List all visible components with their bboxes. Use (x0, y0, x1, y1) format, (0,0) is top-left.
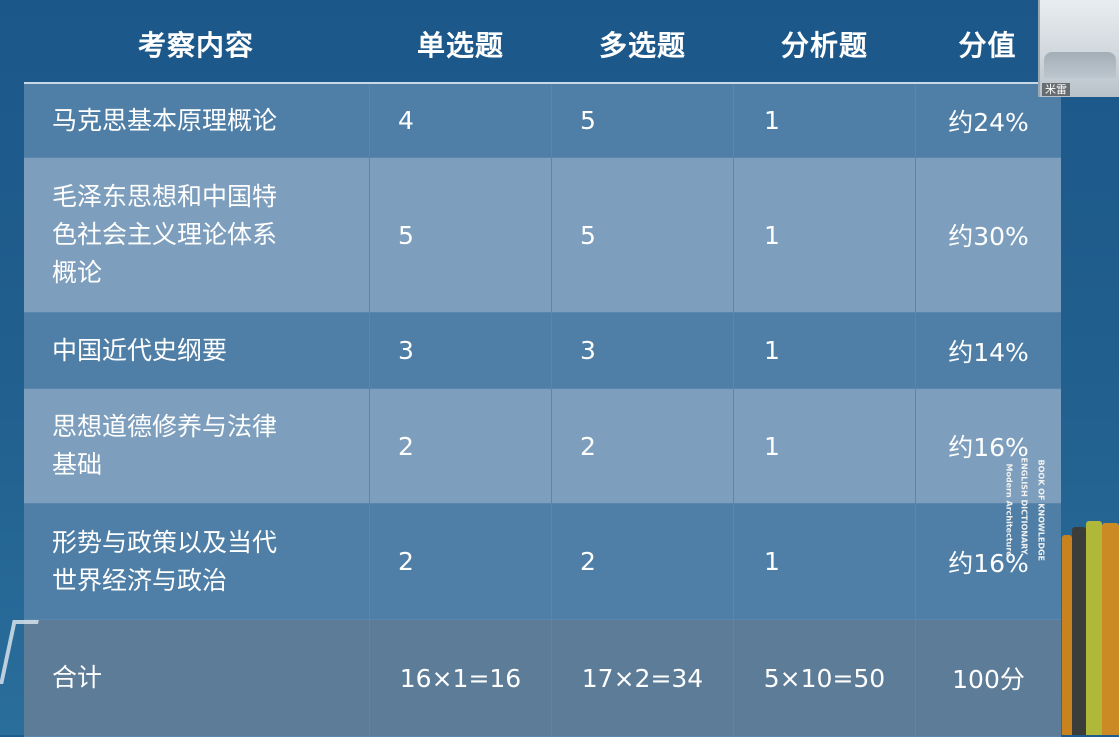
table-row: 马克思基本原理概论 4 5 1 约24% (24, 84, 1061, 158)
multiple-choice-cell: 5 (552, 84, 734, 157)
subject-cell: 毛泽东思想和中国特 色社会主义理论体系 概论 (24, 158, 370, 312)
bookshelf-decoration: Modern Architecture ENGLISH DICTIONARY B… (1005, 458, 1119, 735)
single-choice-cell: 2 (370, 389, 552, 503)
subject-cell: 中国近代史纲要 (24, 313, 370, 388)
multiple-choice-cell: 2 (552, 389, 734, 503)
webcam-thumbnail[interactable]: 米雷 (1038, 0, 1119, 97)
subject-line: 马克思基本原理概论 (52, 105, 278, 135)
analysis-cell: 1 (734, 84, 916, 157)
subject-line: 中国近代史纲要 (52, 335, 228, 365)
single-choice-cell: 5 (370, 158, 552, 312)
analysis-cell: 1 (734, 504, 916, 619)
book-spine: Modern Architecture (1005, 464, 1086, 735)
subject-cell: 马克思基本原理概论 (24, 84, 370, 157)
single-choice-cell: 3 (370, 313, 552, 388)
subject-line: 世界经济与政治 (52, 565, 228, 595)
book-spine (1062, 535, 1072, 735)
total-single-cell: 16×1=16 (370, 620, 552, 736)
score-cell: 约14% (948, 337, 1029, 367)
header-single-choice: 单选题 (416, 29, 504, 62)
webcam-user-name: 米雷 (1042, 83, 1070, 96)
subject-line: 色社会主义理论体系 (52, 220, 278, 249)
subject-cell: 思想道德修养与法律 基础 (24, 389, 370, 503)
table-row: 毛泽东思想和中国特 色社会主义理论体系 概论 5 5 1 约30% (24, 158, 1061, 313)
multiple-choice-cell: 2 (552, 504, 734, 619)
multiple-choice-cell: 5 (552, 158, 734, 312)
book-title: ENGLISH DICTIONARY (1019, 457, 1029, 555)
subject-line: 毛泽东思想和中国特 (52, 182, 278, 211)
header-multiple-choice: 多选题 (598, 29, 686, 62)
table-row-total: 合计 16×1=16 17×2=34 5×10=50 100分 (24, 620, 1061, 737)
analysis-cell: 1 (734, 313, 916, 388)
book-spine: BOOK OF KNOWLEDGE (1036, 460, 1119, 735)
table-row: 思想道德修养与法律 基础 2 2 1 约16% (24, 389, 1061, 504)
book-title: Modern Architecture (1004, 463, 1014, 557)
analysis-cell: 1 (734, 389, 916, 503)
header-subject: 考察内容 (137, 29, 254, 62)
multiple-choice-cell: 3 (552, 313, 734, 388)
subject-line: 形势与政策以及当代 (52, 527, 278, 557)
subject-line: 思想道德修养与法律 (52, 412, 278, 441)
total-label-cell: 合计 (24, 620, 370, 736)
exam-table: 马克思基本原理概论 4 5 1 约24% 毛泽东思想和中国特 色社会主义理论体系… (24, 84, 1061, 737)
slide: 考察内容 单选题 多选题 分析题 分值 马克思基本原理概论 4 5 1 约24%… (0, 0, 1119, 737)
webcam-video (1044, 52, 1116, 78)
header-analysis: 分析题 (780, 29, 868, 62)
subject-line: 概论 (52, 258, 103, 287)
total-score-cell: 100分 (952, 665, 1025, 694)
book-title: BOOK OF KNOWLEDGE (1036, 459, 1045, 562)
single-choice-cell: 2 (370, 504, 552, 619)
total-analysis-cell: 5×10=50 (734, 620, 916, 736)
book-spine: ENGLISH DICTIONARY (1020, 458, 1102, 735)
table-row: 形势与政策以及当代 世界经济与政治 2 2 1 约16% (24, 504, 1061, 620)
single-choice-cell: 4 (370, 84, 552, 157)
analysis-cell: 1 (734, 158, 916, 312)
total-multi-cell: 17×2=34 (552, 620, 734, 736)
subject-line: 基础 (52, 450, 103, 479)
table-row: 中国近代史纲要 3 3 1 约14% (24, 313, 1061, 389)
subject-cell: 形势与政策以及当代 世界经济与政治 (24, 504, 370, 619)
score-cell: 约30% (948, 222, 1029, 251)
